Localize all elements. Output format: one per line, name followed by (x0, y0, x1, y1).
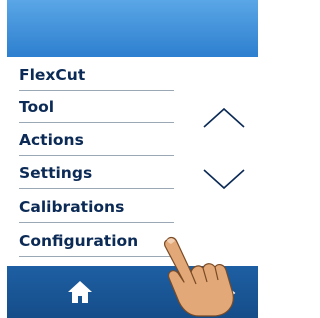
menu-item-calibrations[interactable]: Calibrations (19, 195, 174, 223)
home-icon[interactable] (67, 280, 93, 304)
menu-item-label: Settings (19, 164, 93, 182)
chevron-down-icon[interactable] (200, 166, 248, 192)
menu-divider (19, 90, 174, 91)
chevron-up-icon[interactable] (200, 105, 248, 131)
menu-divider (19, 122, 174, 123)
menu-item-label: Actions (19, 131, 84, 149)
menu-item-actions[interactable]: Actions (19, 128, 174, 156)
menu-divider (19, 222, 174, 223)
menu-divider (19, 256, 174, 257)
menu-item-label: FlexCut (19, 66, 86, 84)
device-screen: FlexCut Tool Actions Settings Calibratio… (7, 0, 258, 318)
menu-item-flexcut[interactable]: FlexCut (19, 63, 174, 91)
menu-item-configuration[interactable]: Configuration (19, 229, 174, 257)
menu-item-label: Configuration (19, 232, 139, 250)
menu-item-label: Calibrations (19, 198, 125, 216)
hand-pointer-icon (164, 236, 234, 317)
menu-divider (19, 155, 174, 156)
menu-item-settings[interactable]: Settings (19, 161, 174, 189)
menu-item-label: Tool (19, 98, 55, 116)
top-bar (7, 0, 258, 57)
menu-divider (19, 188, 174, 189)
menu-item-tool[interactable]: Tool (19, 95, 174, 123)
